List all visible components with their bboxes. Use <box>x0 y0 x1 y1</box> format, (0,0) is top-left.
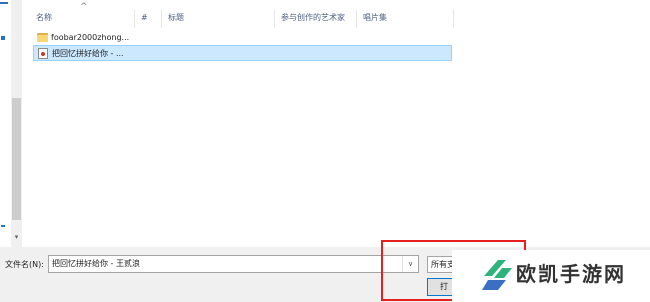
list-item[interactable]: foobar2000zhong... <box>33 30 143 46</box>
list-item-selected[interactable]: 把回忆拼好给你 - ... <box>33 45 452 61</box>
watermark-logo-icon <box>482 260 512 290</box>
nav-item-marker <box>0 2 8 4</box>
audio-file-icon <box>38 48 48 59</box>
nav-item-marker <box>1 225 5 227</box>
filename-input[interactable]: 把回忆拼好给你 - 王贰浪 ∨ <box>48 255 419 273</box>
scroll-down-arrow-icon[interactable]: ▾ <box>12 233 21 241</box>
file-name: 把回忆拼好给你 - ... <box>52 49 124 58</box>
watermark: 欧凯手游网 <box>452 250 650 302</box>
open-button-label: 打 <box>440 282 448 291</box>
file-list-header: ^ 名称 # 标题 参与创作的艺术家 唱片集 <box>30 2 454 28</box>
navigation-scrollbar-thumb[interactable] <box>12 98 21 220</box>
column-header-artist[interactable]: 参与创作的艺术家 <box>275 8 357 28</box>
filename-value[interactable]: 把回忆拼好给你 - 王贰浪 <box>52 259 140 269</box>
column-header-number[interactable]: # <box>135 8 161 28</box>
folder-icon <box>37 33 48 42</box>
column-divider[interactable] <box>453 10 454 28</box>
chevron-down-icon[interactable]: ∨ <box>402 256 418 272</box>
column-header-name[interactable]: 名称 <box>30 8 134 28</box>
watermark-text: 欧凯手游网 <box>516 262 626 286</box>
column-header-title[interactable]: 标题 <box>162 8 274 28</box>
column-header-album[interactable]: 唱片集 <box>357 8 453 28</box>
filename-label: 文件名(N): <box>5 260 44 269</box>
nav-item-marker <box>1 36 5 40</box>
file-name: foobar2000zhong... <box>51 33 130 42</box>
